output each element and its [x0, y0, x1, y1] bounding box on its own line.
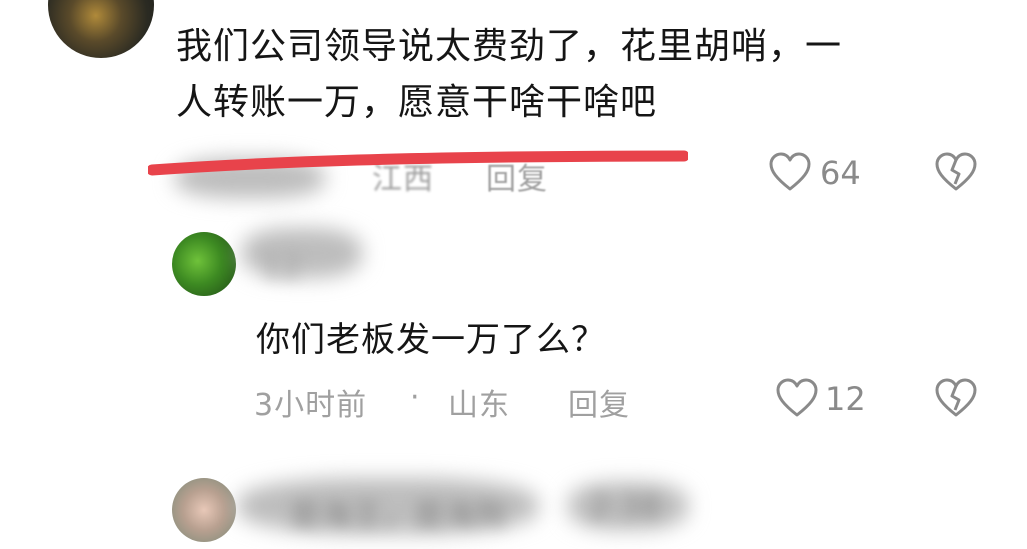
avatar[interactable]	[172, 232, 236, 296]
comment-time: 3小时前	[254, 388, 368, 423]
heart-outline-icon[interactable]	[775, 378, 819, 418]
highlight-underline	[148, 150, 688, 176]
meta-separator: ·	[410, 380, 421, 415]
avatar[interactable]	[48, 0, 154, 58]
comment-text: 你们老板发一万了么？	[256, 320, 606, 360]
author-name[interactable]: 是海王，是海狗	[290, 490, 507, 534]
broken-heart-icon[interactable]	[934, 378, 978, 418]
author-name[interactable]: 12	[262, 250, 302, 285]
reply-button[interactable]: 回复	[568, 380, 630, 424]
comment-time: 2:38	[590, 490, 662, 525]
broken-heart-icon[interactable]	[934, 152, 978, 192]
like-count: 64	[820, 154, 861, 192]
like-count: 12	[825, 380, 866, 418]
comment-text-line: 我们公司领导说太费劲了，花里胡哨，一	[176, 26, 843, 67]
comment-location: 山东	[448, 388, 510, 423]
avatar[interactable]	[172, 478, 236, 542]
heart-outline-icon[interactable]	[768, 152, 812, 192]
comment-text-line: 人转账一万，愿意干啥干啥吧	[176, 82, 658, 123]
